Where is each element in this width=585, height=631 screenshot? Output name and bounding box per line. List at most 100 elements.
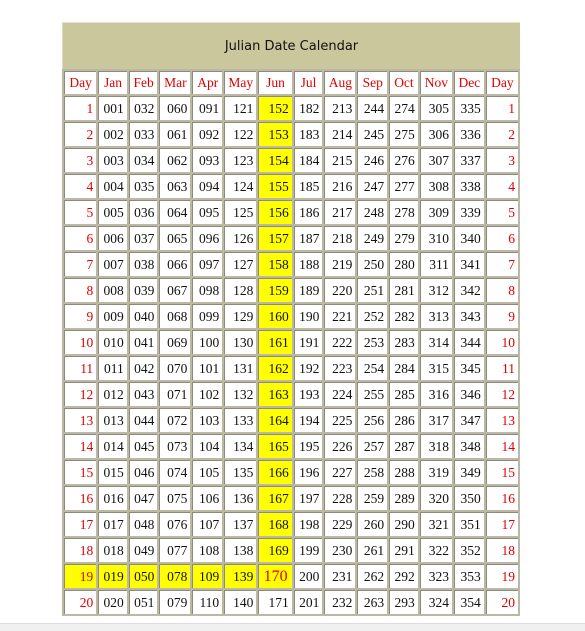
julian-day-cell-jan: 012	[98, 382, 127, 406]
julian-day-cell-may: 125	[224, 200, 257, 224]
julian-day-cell-mar: 062	[159, 148, 191, 172]
julian-day-cell-nov: 324	[419, 590, 452, 614]
header-month-jun: Jun	[258, 71, 292, 94]
julian-day-cell-aug: 222	[324, 330, 356, 354]
julian-day-cell-aug: 229	[324, 512, 356, 536]
julian-day-cell-may: 134	[224, 434, 257, 458]
julian-day-cell-dec: 339	[453, 200, 484, 224]
julian-day-cell-aug: 226	[324, 434, 356, 458]
julian-day-cell-aug: 219	[324, 252, 356, 276]
julian-day-cell-jan: 015	[98, 460, 127, 484]
julian-day-cell-jan: 004	[98, 174, 127, 198]
julian-day-cell-oct: 293	[389, 590, 418, 614]
julian-day-cell-sep: 261	[357, 538, 388, 562]
julian-day-cell-jun: 170	[258, 564, 292, 588]
julian-day-cell-mar: 077	[159, 538, 191, 562]
julian-day-cell-mar: 079	[159, 590, 191, 614]
julian-day-cell-jun: 169	[258, 538, 292, 562]
julian-day-cell-apr: 097	[192, 252, 223, 276]
julian-day-cell-may: 139	[224, 564, 257, 588]
julian-day-cell-aug: 223	[324, 356, 356, 380]
julian-day-cell-mar: 074	[159, 460, 191, 484]
julian-day-cell-may: 127	[224, 252, 257, 276]
julian-day-cell-apr: 100	[192, 330, 223, 354]
julian-day-cell-apr: 095	[192, 200, 223, 224]
julian-day-cell-mar: 072	[159, 408, 191, 432]
julian-day-cell-feb: 036	[128, 200, 158, 224]
julian-calendar: Julian Date Calendar Day Jan Feb Mar Apr May J…	[62, 22, 520, 616]
julian-day-cell-jan: 019	[98, 564, 127, 588]
julian-day-cell-aug: 217	[324, 200, 356, 224]
day-number-left: 20	[64, 590, 97, 614]
day-number-left: 19	[64, 564, 97, 588]
julian-day-cell-mar: 063	[159, 174, 191, 198]
julian-day-cell-sep: 262	[357, 564, 388, 588]
julian-day-cell-jun: 157	[258, 226, 292, 250]
julian-day-cell-dec: 345	[453, 356, 484, 380]
table-row: 10 010 041 069 100 130 161 191 222 253 283 314 344 10	[64, 330, 518, 354]
julian-day-cell-nov: 320	[419, 486, 452, 510]
day-number-left: 2	[64, 122, 97, 146]
julian-day-cell-jul: 183	[293, 122, 323, 146]
julian-day-cell-may: 121	[224, 96, 257, 120]
julian-day-cell-jun: 171	[258, 590, 292, 614]
julian-day-cell-oct: 277	[389, 174, 418, 198]
julian-day-cell-dec: 348	[453, 434, 484, 458]
julian-day-cell-aug: 218	[324, 226, 356, 250]
julian-day-cell-aug: 228	[324, 486, 356, 510]
day-number-left: 13	[64, 408, 97, 432]
julian-day-cell-feb: 032	[128, 96, 158, 120]
julian-day-cell-jan: 001	[98, 96, 127, 120]
day-number-left: 16	[64, 486, 97, 510]
julian-day-cell-jul: 197	[293, 486, 323, 510]
table-row: 1 001 032 060 091 121 152 182 213 244 274 305 335 1	[64, 96, 518, 120]
julian-day-cell-mar: 067	[159, 278, 191, 302]
table-row: 20 020 051 079 110 140 171 201 232 263 293 324 354 20	[64, 590, 518, 614]
julian-day-cell-apr: 108	[192, 538, 223, 562]
julian-day-cell-sep: 245	[357, 122, 388, 146]
julian-day-cell-apr: 101	[192, 356, 223, 380]
julian-day-cell-sep: 256	[357, 408, 388, 432]
julian-day-cell-mar: 070	[159, 356, 191, 380]
julian-day-cell-jun: 168	[258, 512, 292, 536]
day-number-right: 2	[485, 122, 518, 146]
julian-day-cell-sep: 255	[357, 382, 388, 406]
julian-day-cell-jan: 010	[98, 330, 127, 354]
julian-day-cell-feb: 035	[128, 174, 158, 198]
day-number-right: 12	[485, 382, 518, 406]
julian-day-cell-sep: 249	[357, 226, 388, 250]
julian-day-cell-jan: 017	[98, 512, 127, 536]
julian-day-cell-feb: 044	[128, 408, 158, 432]
julian-day-cell-jun: 154	[258, 148, 292, 172]
julian-day-cell-nov: 322	[419, 538, 452, 562]
julian-day-cell-jan: 002	[98, 122, 127, 146]
julian-day-cell-jan: 014	[98, 434, 127, 458]
julian-day-cell-jul: 199	[293, 538, 323, 562]
julian-day-cell-feb: 039	[128, 278, 158, 302]
julian-day-cell-feb: 042	[128, 356, 158, 380]
julian-day-cell-mar: 068	[159, 304, 191, 328]
julian-day-cell-aug: 221	[324, 304, 356, 328]
day-number-right: 8	[485, 278, 518, 302]
julian-day-cell-jul: 182	[293, 96, 323, 120]
table-row: 4 004 035 063 094 124 155 185 216 247 277 308 338 4	[64, 174, 518, 198]
julian-day-cell-jun: 156	[258, 200, 292, 224]
julian-day-cell-jun: 164	[258, 408, 292, 432]
julian-day-cell-oct: 284	[389, 356, 418, 380]
julian-day-cell-jun: 159	[258, 278, 292, 302]
julian-day-cell-aug: 231	[324, 564, 356, 588]
julian-day-cell-sep: 247	[357, 174, 388, 198]
table-row: 13 013 044 072 103 133 164 194 225 256 286 317 347 13	[64, 408, 518, 432]
julian-day-cell-jan: 007	[98, 252, 127, 276]
julian-day-cell-dec: 349	[453, 460, 484, 484]
julian-day-cell-apr: 109	[192, 564, 223, 588]
julian-day-cell-oct: 292	[389, 564, 418, 588]
julian-day-cell-jan: 016	[98, 486, 127, 510]
julian-day-cell-aug: 216	[324, 174, 356, 198]
julian-day-cell-mar: 069	[159, 330, 191, 354]
julian-day-cell-jan: 009	[98, 304, 127, 328]
day-number-left: 7	[64, 252, 97, 276]
julian-day-cell-dec: 342	[453, 278, 484, 302]
julian-day-cell-jan: 008	[98, 278, 127, 302]
julian-day-cell-apr: 091	[192, 96, 223, 120]
